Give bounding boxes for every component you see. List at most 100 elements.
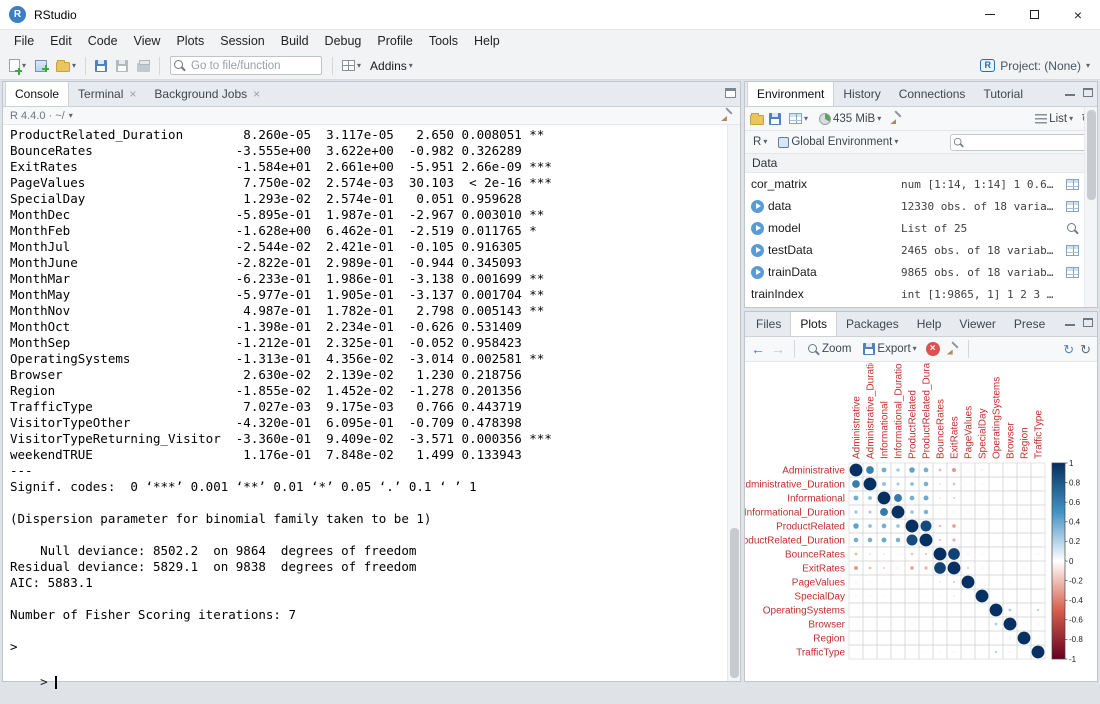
- console-line: >: [10, 639, 18, 654]
- tab-packages[interactable]: Packages: [837, 312, 908, 336]
- toolbar-separator: [85, 56, 87, 75]
- menu-profile[interactable]: Profile: [369, 31, 420, 51]
- tab-connections[interactable]: Connections: [890, 82, 975, 106]
- console-line: MonthFeb -1.628e+00 6.462e-01 -2.519 0.0…: [10, 223, 537, 238]
- panes-layout-icon: [342, 60, 356, 71]
- environment-tabbar: Environment History Connections Tutorial: [745, 82, 1097, 107]
- menu-edit[interactable]: Edit: [42, 31, 80, 51]
- new-project-button[interactable]: [32, 55, 50, 77]
- refresh-icon[interactable]: ↻: [1080, 343, 1091, 356]
- export-button[interactable]: Export ▾: [860, 338, 919, 360]
- menu-tools[interactable]: Tools: [421, 31, 466, 51]
- environment-pane-buttons: [1065, 88, 1093, 97]
- minimize-pane-icon[interactable]: [1065, 318, 1075, 327]
- svg-text:ProductRelated_Duration: ProductRelated_Duration: [922, 363, 933, 459]
- view-data-icon[interactable]: [1066, 266, 1079, 278]
- console-line: Number of Fisher Scoring iterations: 7: [10, 607, 296, 622]
- tab-console[interactable]: Console: [5, 82, 70, 106]
- svg-text:0.8: 0.8: [1069, 478, 1081, 487]
- language-selector[interactable]: R ▾: [750, 131, 770, 153]
- menu-view[interactable]: View: [126, 31, 169, 51]
- tab-history[interactable]: History: [834, 82, 889, 106]
- env-object-data[interactable]: data 12330 obs. of 18 varia…: [745, 195, 1084, 217]
- view-data-icon[interactable]: [1066, 178, 1079, 190]
- publish-icon[interactable]: ↻: [1063, 343, 1074, 356]
- tab-terminal[interactable]: Terminal ×: [69, 82, 145, 106]
- svg-text:ProductRelated: ProductRelated: [908, 390, 919, 459]
- save-workspace-icon[interactable]: [769, 112, 781, 125]
- expand-object-icon[interactable]: [751, 243, 764, 257]
- env-object-trainIndex[interactable]: trainIndex int [1:9865, 1] 1 2 3 …: [745, 283, 1084, 305]
- view-data-icon[interactable]: [1066, 200, 1079, 212]
- workspace-panes-button[interactable]: ▾: [339, 55, 364, 77]
- restore-pane-icon[interactable]: [725, 88, 736, 98]
- env-object-trainData[interactable]: trainData 9865 obs. of 18 variab…: [745, 261, 1084, 283]
- menu-plots[interactable]: Plots: [168, 31, 212, 51]
- new-file-button[interactable]: ▾: [6, 55, 29, 77]
- close-tab-icon[interactable]: ×: [253, 88, 260, 100]
- console-scrollbar[interactable]: [727, 125, 740, 681]
- view-data-icon[interactable]: [1066, 244, 1079, 256]
- chevron-down-icon[interactable]: ▾: [69, 111, 73, 120]
- scrollbar-thumb[interactable]: [1087, 110, 1096, 200]
- maximize-pane-icon[interactable]: [1083, 318, 1093, 327]
- tab-environment[interactable]: Environment: [747, 82, 835, 106]
- environment-scrollbar[interactable]: [1084, 107, 1097, 307]
- expand-object-icon[interactable]: [751, 221, 764, 235]
- menu-file[interactable]: File: [6, 31, 42, 51]
- close-button[interactable]: ×: [1056, 0, 1100, 30]
- console-line: Null deviance: 8502.2 on 9864 degrees of…: [10, 543, 417, 558]
- scrollbar-thumb[interactable]: [730, 528, 739, 678]
- print-button[interactable]: [134, 55, 153, 77]
- menu-build[interactable]: Build: [273, 31, 317, 51]
- tab-tutorial[interactable]: Tutorial: [974, 82, 1032, 106]
- clear-objects-icon[interactable]: [889, 112, 902, 125]
- import-dataset-button[interactable]: ▾: [786, 108, 811, 130]
- view-mode-button[interactable]: List ▾: [1032, 108, 1076, 130]
- zoom-button[interactable]: Zoom: [804, 338, 854, 360]
- env-object-testData[interactable]: testData 2465 obs. of 18 variab…: [745, 239, 1084, 261]
- minimize-button[interactable]: [968, 0, 1012, 30]
- open-file-button[interactable]: ▾: [53, 55, 79, 77]
- minimize-pane-icon[interactable]: [1065, 88, 1075, 97]
- env-object-model[interactable]: model List of 25: [745, 217, 1084, 239]
- object-name: model: [768, 221, 801, 235]
- tab-help[interactable]: Help: [908, 312, 951, 336]
- next-plot-icon[interactable]: →: [771, 342, 785, 356]
- environment-toolbar: ▾ 435 MiB▾ List▾ ↻: [745, 107, 1097, 131]
- addins-button[interactable]: Addins ▾: [367, 55, 416, 77]
- tab-prese[interactable]: Prese: [1005, 312, 1054, 336]
- env-object-cor_matrix[interactable]: cor_matrix num [1:14, 1:14] 1 0.6…: [745, 173, 1084, 195]
- maximize-pane-icon[interactable]: [1083, 88, 1093, 97]
- tab-plots[interactable]: Plots: [790, 312, 838, 336]
- menu-code[interactable]: Code: [80, 31, 126, 51]
- svg-text:BounceRates: BounceRates: [785, 550, 845, 561]
- expand-object-icon[interactable]: [751, 265, 764, 279]
- svg-text:ProductRelated: ProductRelated: [776, 522, 845, 533]
- goto-file-function-input[interactable]: [170, 56, 323, 75]
- inspect-object-icon[interactable]: [1066, 222, 1079, 235]
- close-tab-icon[interactable]: ×: [129, 88, 136, 100]
- save-button[interactable]: [92, 55, 110, 77]
- console-prompt[interactable]: >: [10, 659, 57, 689]
- menu-debug[interactable]: Debug: [317, 31, 370, 51]
- environment-search-input[interactable]: [950, 133, 1092, 151]
- svg-text:TrafficType: TrafficType: [1034, 410, 1045, 459]
- remove-plot-icon[interactable]: ×: [925, 342, 940, 356]
- tab-background-jobs[interactable]: Background Jobs ×: [145, 82, 269, 106]
- tab-files[interactable]: Files: [747, 312, 790, 336]
- tab-viewer[interactable]: Viewer: [950, 312, 1004, 336]
- environment-selector[interactable]: Global Environment ▾: [775, 131, 901, 153]
- expand-object-icon[interactable]: [751, 199, 764, 213]
- load-workspace-icon[interactable]: [750, 112, 764, 125]
- menu-help[interactable]: Help: [466, 31, 508, 51]
- clear-plots-icon[interactable]: [946, 343, 959, 356]
- memory-usage-button[interactable]: 435 MiB ▾: [816, 108, 884, 130]
- export-icon: [863, 343, 876, 355]
- project-selector[interactable]: R Project: (None) ▾: [980, 59, 1094, 73]
- menu-session[interactable]: Session: [212, 31, 272, 51]
- clear-console-icon[interactable]: [720, 109, 733, 122]
- maximize-button[interactable]: [1012, 0, 1056, 30]
- save-all-button[interactable]: [113, 55, 131, 77]
- previous-plot-icon[interactable]: ←: [751, 342, 765, 356]
